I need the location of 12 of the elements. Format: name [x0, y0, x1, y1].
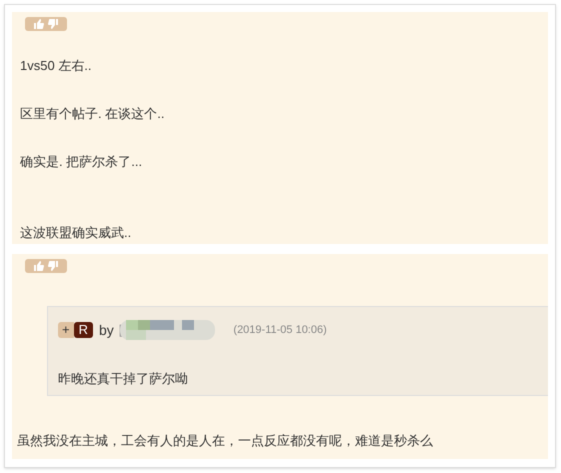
post-text: 虽然我没在主城，工会有人的是人在，一点反应都没有呢，难道是秒杀么 [17, 432, 433, 450]
reply-badge[interactable]: R [74, 322, 93, 338]
post-text: 这波联盟确实威武.. [20, 224, 132, 242]
plus-badge[interactable]: + [58, 322, 74, 338]
by-label: by [98, 320, 114, 340]
thumbs-icon[interactable] [33, 19, 59, 29]
post-timestamp: (2019-11-05 10:06) [233, 322, 327, 338]
thumbs-icon[interactable] [33, 261, 59, 271]
quote-text: 昨晚还真干掉了萨尔呦 [58, 370, 188, 388]
post-text: 区里有个帖子. 在谈这个.. [20, 105, 164, 123]
post-text: 确实是. 把萨尔杀了... [20, 153, 142, 171]
post-text: 1vs50 左右.. [20, 57, 92, 75]
